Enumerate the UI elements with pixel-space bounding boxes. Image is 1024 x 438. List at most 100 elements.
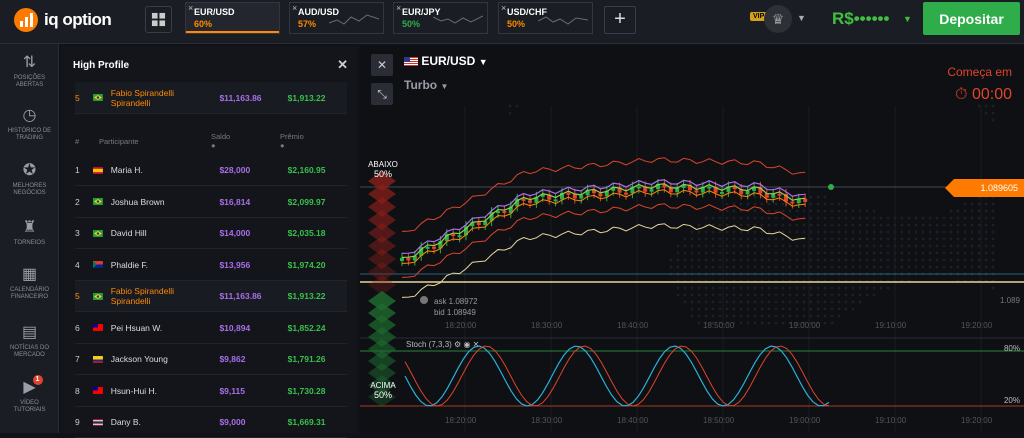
sidebar-label: TORNEIOS	[13, 240, 46, 246]
chart-area[interactable]: ✕ ⤡ EUR/USD ▼ Turbo ▼ Começa em ⏱ 00:00 …	[360, 46, 1024, 433]
sidebar-item-videos[interactable]: ▶ 1 VÍDEO TUTORIAIS	[0, 375, 59, 414]
time-label: 18:30:00	[531, 321, 563, 330]
chevron-down-icon: ▼	[440, 82, 449, 91]
down-label[interactable]: ABAIXO 50%	[365, 160, 401, 179]
ask-price: ask 1.08972	[420, 296, 478, 306]
info-icon	[420, 296, 428, 304]
grid-icon	[151, 12, 166, 27]
time-label: 19:20:00	[961, 321, 993, 330]
close-panel-button[interactable]: ✕	[371, 54, 393, 76]
bid-price: bid 1.08949	[434, 308, 476, 317]
close-icon[interactable]: ×	[292, 3, 297, 13]
asset-name: EUR/USD	[421, 54, 476, 68]
asset-grid-button[interactable]	[145, 6, 172, 33]
sidebar-label: ABERTAS	[15, 82, 44, 88]
logo[interactable]: iq option	[14, 8, 112, 32]
chevron-down-icon: ▼	[478, 57, 488, 67]
rank: 4	[75, 259, 80, 270]
chevron-down-icon[interactable]: ▼	[797, 13, 806, 23]
table-row[interactable]: 5 Fabio Spirandelli Spirandelli $11,163.86 $…	[75, 281, 347, 312]
time-label: 19:00:00	[789, 321, 821, 330]
close-icon: ✕	[472, 340, 480, 349]
table-row[interactable]: 7 Jackson Young $9,862 $1,791.26	[75, 344, 347, 375]
trophy-icon: ♜	[22, 219, 37, 236]
prize-value: $1,913.22	[287, 92, 326, 103]
table-row[interactable]: 4 Phaldie F. $13,956 $1,974.20	[75, 250, 347, 281]
sidebar-item-open-positions[interactable]: ⇅ POSIÇÕES ABERTAS	[0, 54, 59, 89]
up-label[interactable]: ACIMA 50%	[365, 381, 401, 400]
table-row[interactable]: 2 Joshua Brown $16,814 $2,099.97	[75, 187, 347, 218]
time-label: 18:40:00	[617, 321, 649, 330]
balance-value: $16,814	[219, 196, 251, 207]
stoch-indicator[interactable]: Stoch (7,3,3) ⚙ ◉ ✕	[406, 340, 479, 349]
rank: 9	[75, 417, 80, 427]
chevron-down-icon[interactable]: ▼	[903, 14, 912, 24]
sidebar-item-best-deals[interactable]: ✪ MELHORES NEGÓCIOS	[0, 162, 59, 197]
table-row[interactable]: 1 Maria H. $28,000 $2,160.95	[75, 155, 347, 186]
participant-name: Pei Hsuan W.	[110, 322, 163, 333]
time-label: 18:40:00	[617, 416, 649, 425]
asset-selector[interactable]: EUR/USD ▼	[404, 54, 488, 68]
rank: 2	[75, 196, 80, 207]
table-row[interactable]: 8 Hsun-Hui H. $9,115 $1,730.28	[75, 376, 347, 407]
tab-eur-jpy[interactable]: × EUR/JPY 50%	[393, 2, 488, 34]
price-chart[interactable]	[360, 46, 1024, 433]
sidebar-item-tournaments[interactable]: ♜ TORNEIOS	[0, 219, 59, 247]
prize-value: $1,913.22	[287, 291, 326, 301]
tab-aud-usd[interactable]: × AUD/USD 57%	[289, 2, 384, 34]
flag-icon	[92, 261, 103, 268]
close-icon[interactable]: ×	[501, 3, 506, 13]
stoch-80-label: 80%	[1003, 344, 1020, 353]
tab-usd-chf[interactable]: × USD/CHF 50%	[498, 2, 593, 34]
video-icon: ▶ 1	[21, 375, 43, 397]
sidebar-label: CALENDÁRIO	[9, 287, 49, 293]
info-icon: ●	[280, 141, 285, 150]
table-row[interactable]: 9 Dany B. $9,000 $1,669.31	[75, 407, 347, 438]
flag-icon	[92, 166, 103, 174]
sidebar-item-trading-history[interactable]: ◷ HISTÓRICO DE TRADING	[0, 107, 59, 142]
logo-icon	[14, 8, 38, 32]
current-user-row[interactable]: 5 Fabio Spirandelli Spirandelli $11,163.8…	[75, 82, 347, 114]
prize-value: $2,099.97	[287, 196, 326, 207]
crown-icon[interactable]: ♛	[764, 5, 792, 33]
sidebar-label: HISTÓRICO DE	[7, 128, 52, 134]
balance-value: $13,956	[219, 259, 251, 270]
tab-eur-usd[interactable]: × EUR/USD 60%	[185, 2, 280, 34]
rank: 5	[75, 291, 80, 301]
add-tab-button[interactable]: +	[604, 6, 636, 34]
table-row[interactable]: 6 Pei Hsuan W. $10,894 $1,852.24	[75, 313, 347, 344]
table-row[interactable]: 3 David Hill $14,000 $2,035.18	[75, 218, 347, 249]
participant-name: Jackson Young	[110, 354, 168, 364]
rank: 1	[75, 165, 80, 175]
deposit-button[interactable]: Depositar	[923, 2, 1020, 35]
time-label: 19:00:00	[789, 416, 821, 425]
prize-value: $1,730.28	[287, 385, 326, 396]
close-icon[interactable]: ×	[396, 3, 401, 13]
medal-icon: ✪	[22, 162, 37, 179]
panel-title: High Profile	[73, 60, 130, 71]
time-label: 18:20:00	[445, 416, 477, 425]
sidebar-item-calendar[interactable]: ▦ CALENDÁRIO FINANCEIRO	[0, 266, 59, 301]
rank: 8	[75, 385, 80, 396]
expand-button[interactable]: ⤡	[371, 83, 393, 105]
rank: 3	[75, 228, 80, 238]
time-label: 18:50:00	[703, 416, 735, 425]
participant-name: Joshua Brown	[110, 196, 165, 207]
current-price-tag: 1.089605	[945, 179, 1024, 197]
prize-value: $1,852.24	[287, 322, 326, 333]
sidebar-item-news[interactable]: ▤ NOTÍCIAS DO MERCADO	[0, 324, 59, 359]
close-icon[interactable]: ×	[188, 3, 193, 13]
balance[interactable]: R$••••••	[832, 9, 889, 29]
close-icon[interactable]: ✕	[337, 57, 348, 73]
flag-icon	[92, 418, 103, 426]
header-rank: #	[75, 136, 80, 146]
rank: 7	[75, 354, 80, 364]
us-flag-icon	[404, 57, 418, 67]
top-bar: iq option × EUR/USD 60% × AUD/USD 57% × …	[0, 0, 1024, 44]
stopwatch-icon: ⏱	[955, 86, 968, 103]
prize-value: $1,974.20	[287, 259, 326, 270]
stoch-20-label: 20%	[1003, 396, 1020, 405]
mode-selector[interactable]: Turbo ▼	[404, 78, 448, 92]
time-label: 19:20:00	[961, 416, 993, 425]
header-participant: Participante	[99, 136, 139, 146]
